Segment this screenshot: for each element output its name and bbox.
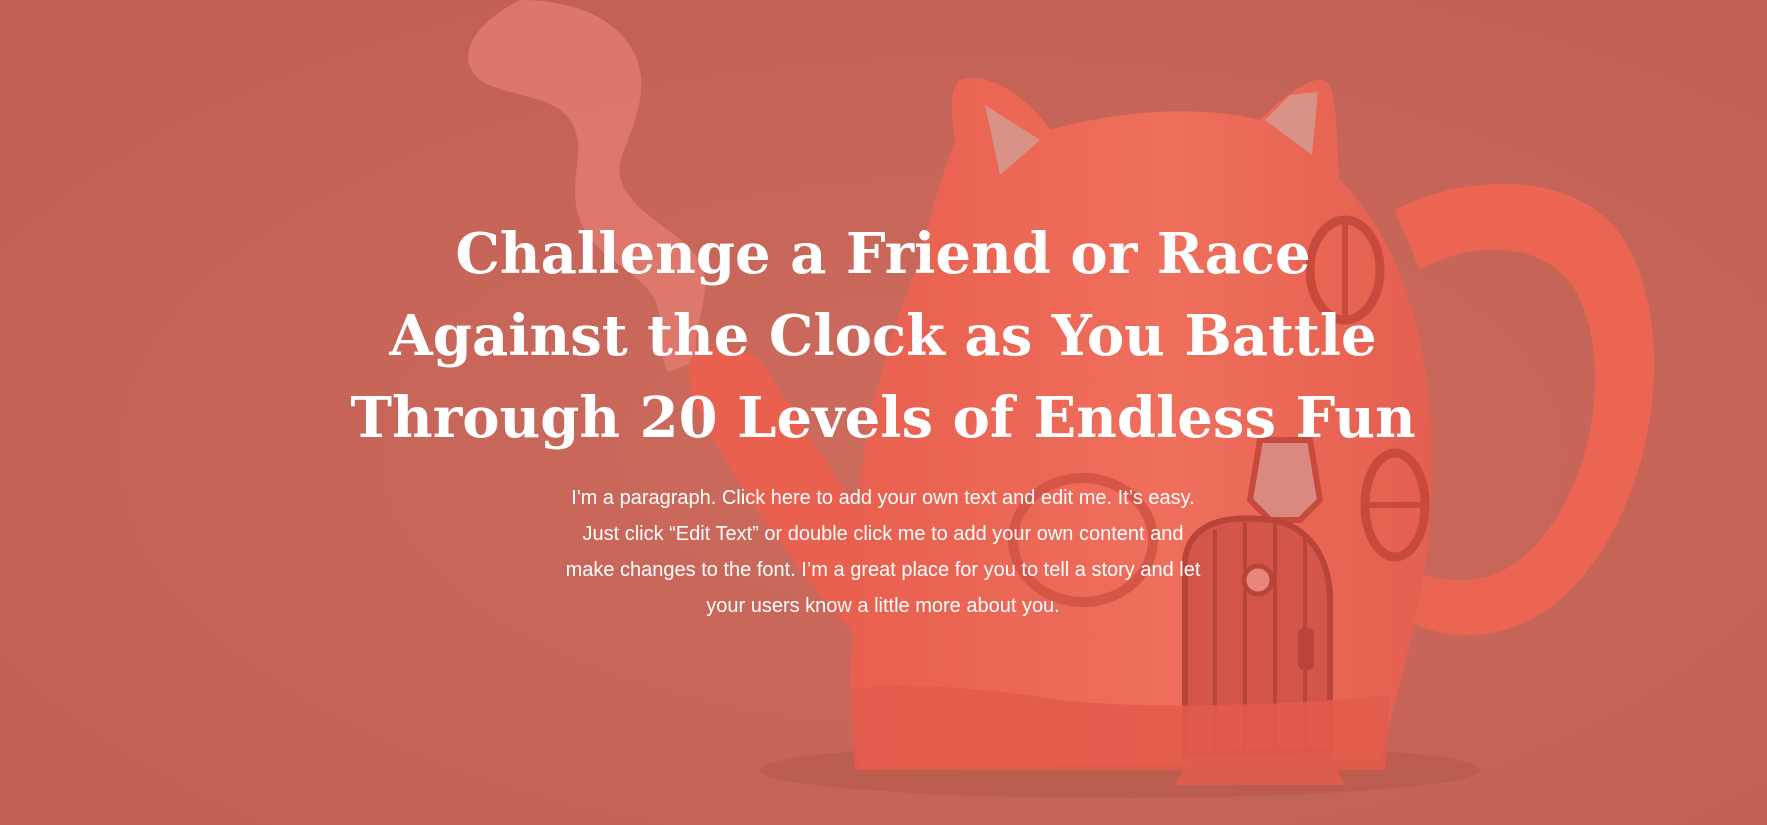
- headline-line-1: Challenge a Friend or Race: [455, 221, 1311, 287]
- paragraph-line-1: I'm a paragraph. Click here to add your …: [571, 487, 1195, 509]
- hero-content: Challenge a Friend or Race Against the C…: [0, 0, 1767, 825]
- hero-section: Challenge a Friend or Race Against the C…: [0, 0, 1767, 825]
- paragraph-line-4: your users know a little more about you.: [706, 595, 1060, 617]
- paragraph-line-3: make changes to the font. I’m a great pl…: [565, 559, 1201, 581]
- headline-line-2: Against the Clock as You Battle: [389, 303, 1377, 369]
- hero-paragraph: I'm a paragraph. Click here to add your …: [483, 480, 1283, 624]
- paragraph-line-2: Just click “Edit Text” or double click m…: [582, 523, 1184, 545]
- hero-headline: Challenge a Friend or Race Against the C…: [283, 213, 1483, 459]
- headline-line-3: Through 20 Levels of Endless Fun: [350, 385, 1416, 451]
